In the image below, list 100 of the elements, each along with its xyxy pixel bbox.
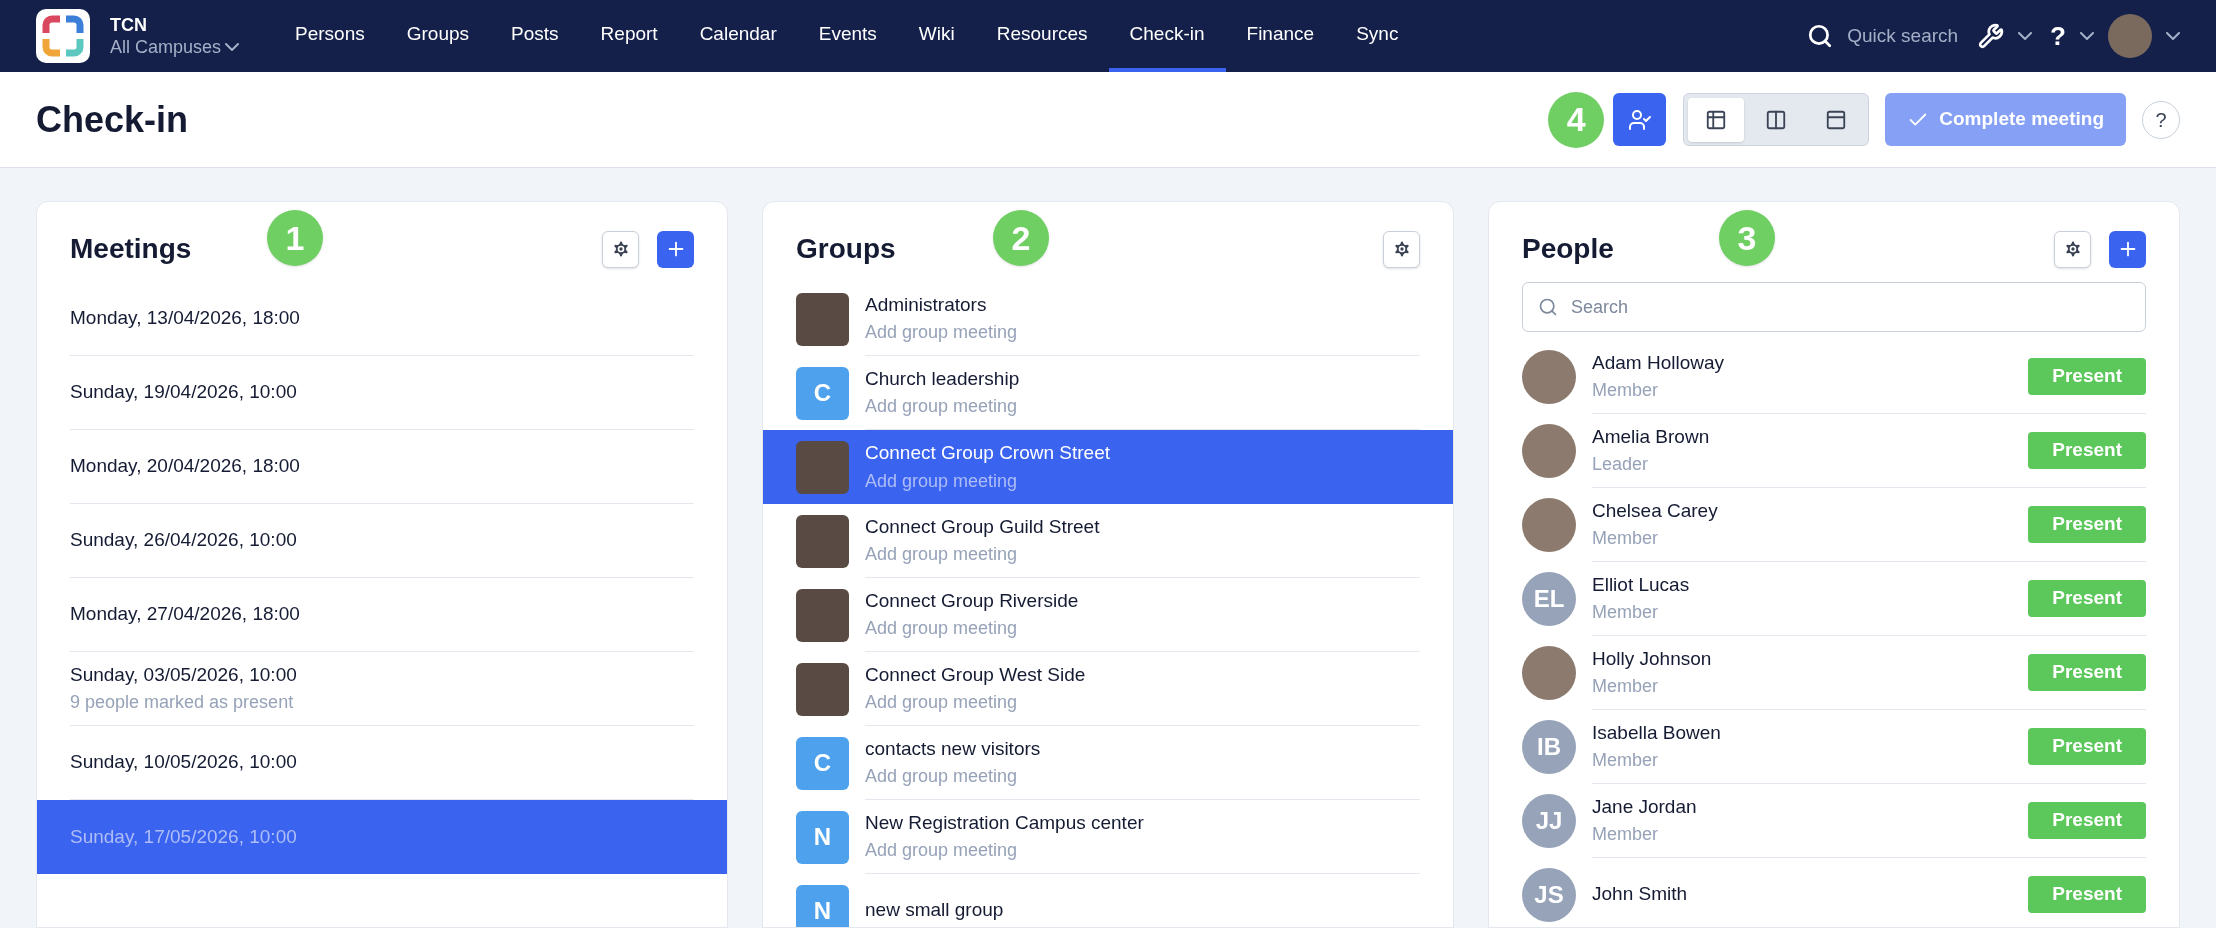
meeting-row[interactable]: Monday, 13/04/2026, 18:00 <box>37 282 727 356</box>
logo-icon[interactable] <box>36 9 90 63</box>
person-name: Adam Holloway <box>1592 350 1725 375</box>
nav-tab[interactable]: Wiki <box>897 0 976 72</box>
person-role: Leader <box>1592 453 1650 477</box>
add-button[interactable] <box>2109 230 2146 268</box>
nav-tab[interactable]: Calendar <box>678 0 798 72</box>
panel-title: People <box>1522 232 1614 266</box>
group-row[interactable]: C contacts new visitors Add group meeting <box>763 726 1453 800</box>
group-row[interactable]: Connect Group Crown Street Add group meeting <box>763 430 1453 504</box>
chevron-down-icon <box>2166 32 2180 40</box>
meeting-row[interactable]: Monday, 27/04/2026, 18:00 <box>37 578 727 652</box>
meeting-attendance: 9 people marked as present <box>70 691 295 715</box>
avatar-placeholder <box>1522 646 1576 700</box>
search-field[interactable]: Search <box>1522 282 2146 332</box>
group-name: Connect Group Guild Street <box>865 514 1101 539</box>
person-name: Amelia Brown <box>1592 424 1711 449</box>
group-name: new small group <box>865 898 1005 923</box>
person-role: Member <box>1592 823 1659 847</box>
settings-button[interactable] <box>1383 230 1420 268</box>
page-title: Check-in <box>36 97 189 142</box>
nav-tab[interactable]: Persons <box>274 0 386 72</box>
nav-tab[interactable]: Resources <box>975 0 1109 72</box>
nav-tab[interactable]: Finance <box>1225 0 1336 72</box>
nav-tab[interactable]: Posts <box>490 0 580 72</box>
group-row[interactable]: Administrators Add group meeting <box>763 282 1453 356</box>
meeting-row[interactable]: Sunday, 19/04/2026, 10:00 <box>37 356 727 430</box>
meeting-row[interactable]: Monday, 20/04/2026, 18:00 <box>37 430 727 504</box>
group-avatar: C <box>796 736 849 790</box>
settings-button[interactable] <box>2054 230 2091 268</box>
avatar-placeholder <box>1522 350 1576 404</box>
layout-icon <box>1825 108 1848 131</box>
group-name: contacts new visitors <box>865 736 1042 761</box>
group-name: Church leadership <box>865 366 1021 391</box>
step-number-badge: 3 <box>1719 210 1775 266</box>
settings-button[interactable] <box>602 230 639 268</box>
photo-placeholder <box>796 292 849 346</box>
person-role: Member <box>1592 527 1659 551</box>
nav-tab[interactable]: Sync <box>1335 0 1420 72</box>
photo-placeholder <box>796 514 849 568</box>
avatar-placeholder <box>1522 424 1576 478</box>
group-avatar: N <box>796 884 849 927</box>
meeting-date: Sunday, 26/04/2026, 10:00 <box>70 528 298 553</box>
tools-icon <box>1978 23 2005 49</box>
group-name: Connect Group Crown Street <box>865 441 1111 466</box>
panel-title: Meetings <box>70 232 192 266</box>
meeting-date: Monday, 20/04/2026, 18:00 <box>70 454 301 479</box>
chevron-down-icon <box>2080 32 2094 40</box>
meeting-date: Monday, 13/04/2026, 18:00 <box>70 306 301 331</box>
group-row[interactable]: N new small group <box>763 874 1453 927</box>
person-role: Member <box>1592 749 1659 773</box>
help-menu[interactable]: ? <box>2050 16 2066 56</box>
group-name: Administrators <box>865 292 988 317</box>
panel-title: Groups <box>796 232 896 266</box>
person-role: Member <box>1592 675 1659 699</box>
layout-icon <box>1765 108 1788 131</box>
view-mode-button[interactable] <box>1688 97 1745 142</box>
photo-placeholder <box>796 440 849 494</box>
avatar-placeholder <box>1522 498 1576 552</box>
meeting-date: Monday, 27/04/2026, 18:00 <box>70 602 301 627</box>
help-button[interactable]: ? <box>2142 100 2180 139</box>
add-button[interactable] <box>657 230 694 268</box>
group-avatar: N <box>796 810 849 864</box>
group-row[interactable]: Connect Group Guild Street Add group meeting <box>763 504 1453 578</box>
meeting-date: Sunday, 10/05/2026, 10:00 <box>70 750 298 775</box>
quick-search-field[interactable]: Quick search <box>1847 21 1959 51</box>
organization-name: TCN <box>110 13 148 36</box>
initials-avatar: JS <box>1522 868 1576 922</box>
chevron-down-icon <box>225 43 240 52</box>
user-check-icon <box>1627 107 1652 132</box>
person-role: Member <box>1592 379 1659 403</box>
meeting-date: Sunday, 17/05/2026, 10:00 <box>70 824 298 849</box>
nav-tab[interactable]: Events <box>797 0 898 72</box>
nav-tab[interactable]: Report <box>579 0 679 72</box>
person-name: Jane Jordan <box>1592 794 1698 819</box>
person-name: Chelsea Carey <box>1592 498 1719 523</box>
user-avatar[interactable] <box>2108 14 2152 58</box>
meeting-row[interactable]: Sunday, 26/04/2026, 10:00 <box>37 504 727 578</box>
photo-placeholder <box>796 662 849 716</box>
person-name: Elliot Lucas <box>1592 572 1691 597</box>
nav-tab[interactable]: Groups <box>385 0 491 72</box>
group-name: Connect Group West Side <box>865 662 1087 687</box>
search-icon <box>1538 297 1558 317</box>
person-role: Member <box>1592 601 1659 625</box>
initials-avatar: JJ <box>1522 794 1576 848</box>
group-row[interactable]: N New Registration Campus center Add group meeting <box>763 800 1453 874</box>
initials-avatar: EL <box>1522 572 1576 626</box>
person-name: Isabella Bowen <box>1592 720 1722 745</box>
step-number-badge: 4 <box>1548 91 1605 148</box>
group-avatar: C <box>796 366 849 420</box>
meeting-date: Sunday, 03/05/2026, 10:00 <box>70 662 298 687</box>
person-name: Holly Johnson <box>1592 646 1713 671</box>
person-name: John Smith <box>1592 882 1689 907</box>
campus-selector[interactable]: All Campuses <box>110 36 240 59</box>
group-row[interactable]: Connect Group Riverside Add group meeting <box>763 578 1453 652</box>
meeting-row[interactable]: Sunday, 03/05/2026, 10:00 9 people marked as present <box>37 652 727 726</box>
search-icon <box>1807 23 1834 49</box>
group-name: New Registration Campus center <box>865 810 1145 835</box>
group-row[interactable]: Connect Group West Side Add group meeting <box>763 652 1453 726</box>
check-in-person-button[interactable] <box>1613 93 1667 146</box>
